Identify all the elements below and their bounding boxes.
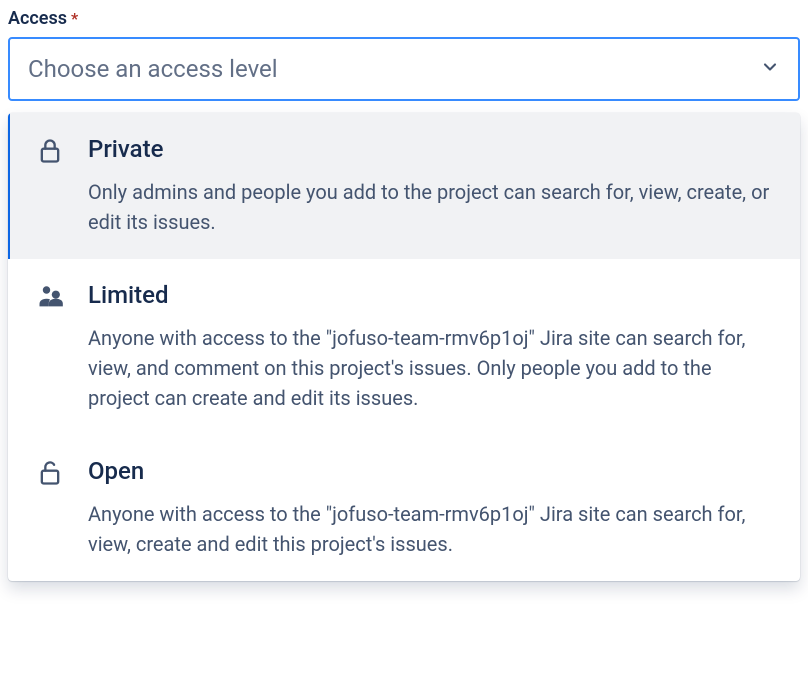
required-asterisk: * — [71, 9, 78, 28]
option-title: Limited — [88, 281, 776, 309]
option-content: Limited Anyone with access to the "jofus… — [88, 281, 776, 413]
select-placeholder: Choose an access level — [28, 55, 278, 83]
option-description: Anyone with access to the "jofuso-team-r… — [88, 323, 776, 413]
option-private[interactable]: Private Only admins and people you add t… — [8, 113, 800, 259]
chevron-down-icon — [760, 57, 780, 81]
lock-icon — [36, 137, 64, 165]
option-open[interactable]: Open Anyone with access to the "jofuso-t… — [8, 435, 800, 581]
option-content: Open Anyone with access to the "jofuso-t… — [88, 457, 776, 559]
field-label-text: Access — [8, 8, 67, 29]
unlock-icon — [36, 459, 64, 487]
option-title: Open — [88, 457, 776, 485]
option-description: Anyone with access to the "jofuso-team-r… — [88, 499, 776, 559]
option-content: Private Only admins and people you add t… — [88, 135, 776, 237]
field-label: Access * — [8, 8, 800, 29]
option-description: Only admins and people you add to the pr… — [88, 177, 776, 237]
option-title: Private — [88, 135, 776, 163]
access-dropdown: Private Only admins and people you add t… — [8, 113, 800, 581]
access-select[interactable]: Choose an access level — [8, 37, 800, 101]
option-limited[interactable]: Limited Anyone with access to the "jofus… — [8, 259, 800, 435]
people-icon — [36, 283, 64, 311]
